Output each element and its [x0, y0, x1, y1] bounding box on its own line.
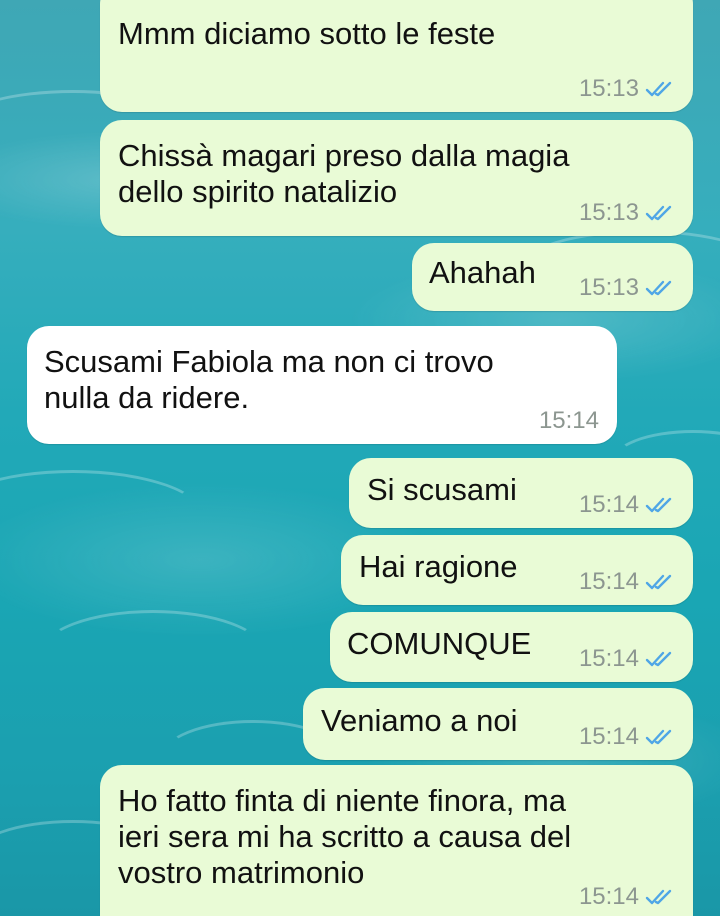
- message-meta: 15:13: [579, 200, 675, 226]
- message-text: Veniamo a noi: [321, 703, 518, 738]
- message-meta: 15:13: [579, 76, 675, 102]
- message-time: 15:14: [578, 883, 639, 910]
- message-bubble[interactable]: Scusami Fabiola ma non ci trovo nulla da…: [27, 326, 617, 444]
- message-text: Ahahah: [429, 255, 536, 290]
- read-double-check-icon: [645, 574, 672, 590]
- message-text: Hai ragione: [359, 549, 518, 584]
- message-text: Chissà magari preso dalla magia dello sp…: [118, 138, 570, 209]
- read-double-check-icon: [645, 81, 672, 97]
- read-double-check-icon: [645, 729, 672, 745]
- message-text: COMUNQUE: [347, 626, 532, 661]
- read-double-check-icon: [645, 497, 672, 513]
- message-time: 15:14: [578, 723, 639, 750]
- read-double-check-icon: [645, 280, 672, 296]
- message-meta: 15:14: [579, 884, 675, 910]
- chat-message-list[interactable]: Mmm diciamo sotto le feste 15:13 Chissà …: [0, 0, 720, 916]
- message-time: 15:14: [578, 645, 639, 672]
- message-bubble[interactable]: Veniamo a noi 15:14: [303, 688, 693, 760]
- message-text: Si scusami: [367, 472, 517, 507]
- message-bubble[interactable]: Chissà magari preso dalla magia dello sp…: [100, 120, 693, 236]
- message-bubble[interactable]: Mmm diciamo sotto le feste 15:13: [100, 0, 693, 112]
- message-time: 15:14: [538, 407, 599, 434]
- message-time: 15:13: [578, 274, 639, 301]
- message-time: 15:14: [578, 491, 639, 518]
- message-bubble[interactable]: Hai ragione 15:14: [341, 535, 693, 605]
- message-text: Mmm diciamo sotto le feste: [118, 16, 496, 51]
- message-text: Scusami Fabiola ma non ci trovo nulla da…: [44, 344, 494, 415]
- message-meta: 15:13: [579, 275, 675, 301]
- read-double-check-icon: [645, 889, 672, 905]
- message-bubble[interactable]: Ahahah 15:13: [412, 243, 693, 311]
- message-meta: 15:14: [579, 492, 675, 518]
- message-bubble[interactable]: Ho fatto finta di niente finora, ma ieri…: [100, 765, 693, 916]
- message-bubble[interactable]: Si scusami 15:14: [349, 458, 693, 528]
- read-double-check-icon: [645, 651, 672, 667]
- message-time: 15:13: [578, 75, 639, 102]
- message-bubble[interactable]: COMUNQUE 15:14: [330, 612, 693, 682]
- message-time: 15:13: [578, 199, 639, 226]
- read-double-check-icon: [645, 205, 672, 221]
- message-meta: 15:14: [579, 646, 675, 672]
- message-meta: 15:14: [539, 408, 599, 434]
- message-text: Ho fatto finta di niente finora, ma ieri…: [118, 783, 572, 890]
- message-meta: 15:14: [579, 569, 675, 595]
- message-meta: 15:14: [579, 724, 675, 750]
- message-time: 15:14: [578, 568, 639, 595]
